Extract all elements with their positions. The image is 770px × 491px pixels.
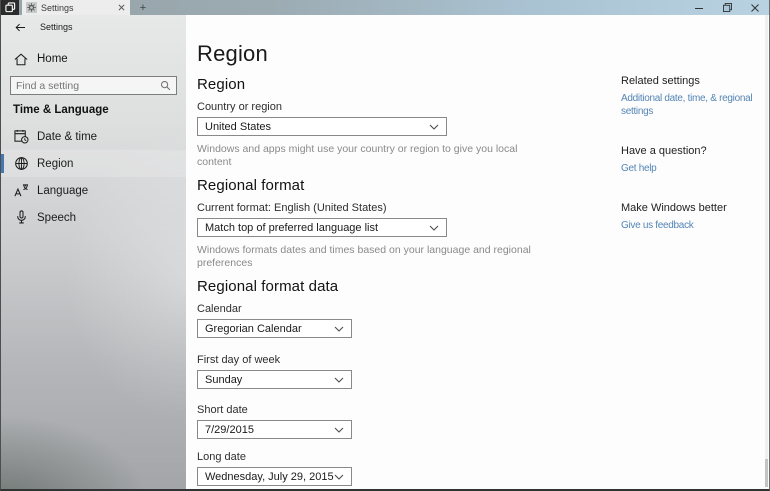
- chevron-down-icon: [334, 377, 344, 383]
- sidebar-item-date-time[interactable]: Date & time: [1, 123, 186, 150]
- regional-format-dropdown[interactable]: Match top of preferred language list: [197, 218, 447, 237]
- long-date-dropdown-value: Wednesday, July 29, 2015: [205, 470, 334, 483]
- close-button[interactable]: [741, 0, 769, 15]
- settings-window: Settings + Settings Home Find a setting …: [0, 0, 770, 491]
- task-sets-button[interactable]: [1, 0, 19, 15]
- gear-icon: [26, 2, 37, 13]
- calendar-label: Calendar: [197, 303, 242, 315]
- related-settings-header: Related settings: [621, 75, 700, 87]
- sidebar-item-label: Language: [37, 184, 89, 197]
- sidebar-item-home[interactable]: Home: [1, 51, 186, 67]
- first-day-dropdown-value: Sunday: [205, 373, 243, 386]
- chevron-down-icon: [429, 124, 439, 130]
- chevron-down-icon: [334, 474, 344, 480]
- plus-icon: +: [139, 1, 147, 14]
- sidebar-item-label: Date & time: [37, 130, 98, 143]
- sidebar-item-label: Home: [37, 53, 68, 65]
- back-row: Settings: [1, 20, 186, 34]
- right-rail: Related settings Additional date, time, …: [621, 75, 769, 232]
- sidebar-item-language[interactable]: Language: [1, 177, 186, 204]
- country-dropdown-value: United States: [205, 120, 272, 133]
- calendar-dropdown-value: Gregorian Calendar: [205, 322, 302, 335]
- country-helper-text: Windows and apps might use your country …: [197, 143, 518, 168]
- page-title: Region: [197, 41, 268, 66]
- short-date-dropdown-value: 7/29/2015: [205, 423, 254, 436]
- new-tab-button[interactable]: +: [132, 0, 154, 15]
- search-box[interactable]: [10, 76, 177, 95]
- first-day-label: First day of week: [197, 354, 281, 366]
- calendar-dropdown[interactable]: Gregorian Calendar: [197, 319, 352, 338]
- tab-close-icon[interactable]: [116, 3, 126, 13]
- back-breadcrumb-label: Settings: [40, 22, 73, 32]
- sidebar-item-speech[interactable]: Speech: [1, 204, 186, 231]
- make-windows-better-header: Make Windows better: [621, 202, 727, 214]
- data-section-heading: Regional format data: [197, 278, 339, 295]
- vertical-scrollbar[interactable]: [765, 15, 768, 487]
- tab-title: Settings: [41, 2, 74, 13]
- search-icon: [160, 80, 171, 91]
- window-controls: [685, 0, 769, 15]
- titlebar: Settings +: [1, 0, 769, 15]
- give-feedback-link[interactable]: Give us feedback: [621, 219, 753, 232]
- sidebar-item-region[interactable]: Region: [1, 150, 186, 177]
- search-input[interactable]: [16, 79, 160, 92]
- scrollbar-thumb[interactable]: [765, 459, 768, 487]
- sidebar-item-label: Region: [37, 157, 74, 170]
- home-icon: [13, 51, 29, 67]
- sidebar-nav: Date & time Region Language Speech: [1, 123, 186, 231]
- short-date-dropdown[interactable]: 7/29/2015: [197, 420, 352, 439]
- overlapping-windows-icon: [4, 2, 16, 13]
- chevron-down-icon: [334, 326, 344, 332]
- chevron-down-icon: [429, 225, 439, 231]
- related-settings-group: Related settings Additional date, time, …: [621, 75, 769, 118]
- have-a-question-header: Have a question?: [621, 145, 707, 157]
- make-windows-better-group: Make Windows better Give us feedback: [621, 202, 769, 232]
- country-dropdown[interactable]: United States: [197, 117, 447, 136]
- short-date-label: Short date: [197, 404, 248, 416]
- sidebar-group-header: Time & Language: [13, 104, 109, 116]
- sidebar: Settings Home Time &: [1, 15, 186, 489]
- regional-format-dropdown-value: Match top of preferred language list: [205, 221, 379, 234]
- chevron-down-icon: [334, 427, 344, 433]
- long-date-dropdown[interactable]: Wednesday, July 29, 2015: [197, 467, 352, 486]
- settings-tab[interactable]: Settings: [22, 0, 130, 15]
- get-help-link[interactable]: Get help: [621, 162, 753, 175]
- additional-settings-link[interactable]: Additional date, time, & regional settin…: [621, 92, 753, 118]
- minimize-button[interactable]: [685, 0, 713, 15]
- first-day-dropdown[interactable]: Sunday: [197, 370, 352, 389]
- restore-button[interactable]: [713, 0, 741, 15]
- microphone-icon: [13, 210, 29, 226]
- back-arrow-icon[interactable]: [15, 23, 26, 32]
- calendar-clock-icon: [13, 129, 29, 145]
- long-date-label: Long date: [197, 451, 246, 463]
- have-a-question-group: Have a question? Get help: [621, 145, 769, 175]
- globe-icon: [13, 156, 29, 172]
- language-icon: [13, 183, 29, 199]
- format-helper-text: Windows formats dates and times based on…: [197, 244, 531, 269]
- sidebar-item-label: Speech: [37, 211, 77, 224]
